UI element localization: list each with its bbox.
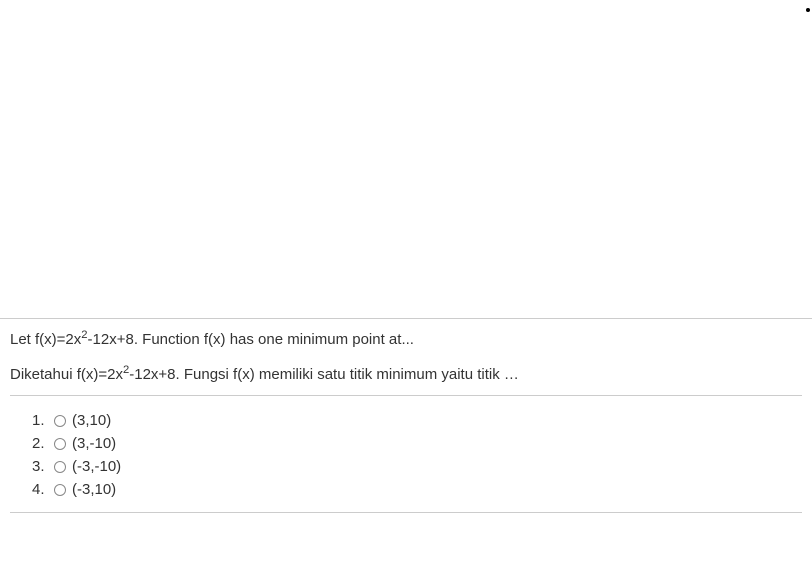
- radio-icon[interactable]: [54, 415, 66, 427]
- radio-icon[interactable]: [54, 484, 66, 496]
- option-number: 1.: [32, 410, 52, 431]
- question-id-pre: Diketahui f(x)=2x: [10, 366, 123, 383]
- option-3[interactable]: 3. (-3,-10): [32, 456, 802, 477]
- option-number: 2.: [32, 433, 52, 454]
- decorative-dot: [806, 8, 810, 12]
- option-1[interactable]: 1. (3,10): [32, 410, 802, 431]
- options-list: 1. (3,10) 2. (3,-10) 3. (-3,-10) 4. (-3,…: [10, 410, 802, 512]
- option-label: (3,10): [72, 410, 111, 431]
- radio-icon[interactable]: [54, 438, 66, 450]
- question-id-post: -12x+8. Fungsi f(x) memiliki satu titik …: [129, 366, 519, 383]
- question-text-indonesian: Diketahui f(x)=2x2-12x+8. Fungsi f(x) me…: [10, 364, 802, 385]
- option-2[interactable]: 2. (3,-10): [32, 433, 802, 454]
- question-en-pre: Let f(x)=2x: [10, 331, 81, 348]
- option-label: (-3,-10): [72, 456, 121, 477]
- option-4[interactable]: 4. (-3,10): [32, 479, 802, 500]
- option-label: (3,-10): [72, 433, 116, 454]
- question-divider: [10, 395, 802, 396]
- option-number: 4.: [32, 479, 52, 500]
- option-label: (-3,10): [72, 479, 116, 500]
- question-container: Let f(x)=2x2-12x+8. Function f(x) has on…: [0, 318, 812, 513]
- radio-icon[interactable]: [54, 461, 66, 473]
- question-en-post: -12x+8. Function f(x) has one minimum po…: [88, 331, 414, 348]
- option-number: 3.: [32, 456, 52, 477]
- bottom-divider: [10, 512, 802, 513]
- question-text-english: Let f(x)=2x2-12x+8. Function f(x) has on…: [10, 329, 802, 350]
